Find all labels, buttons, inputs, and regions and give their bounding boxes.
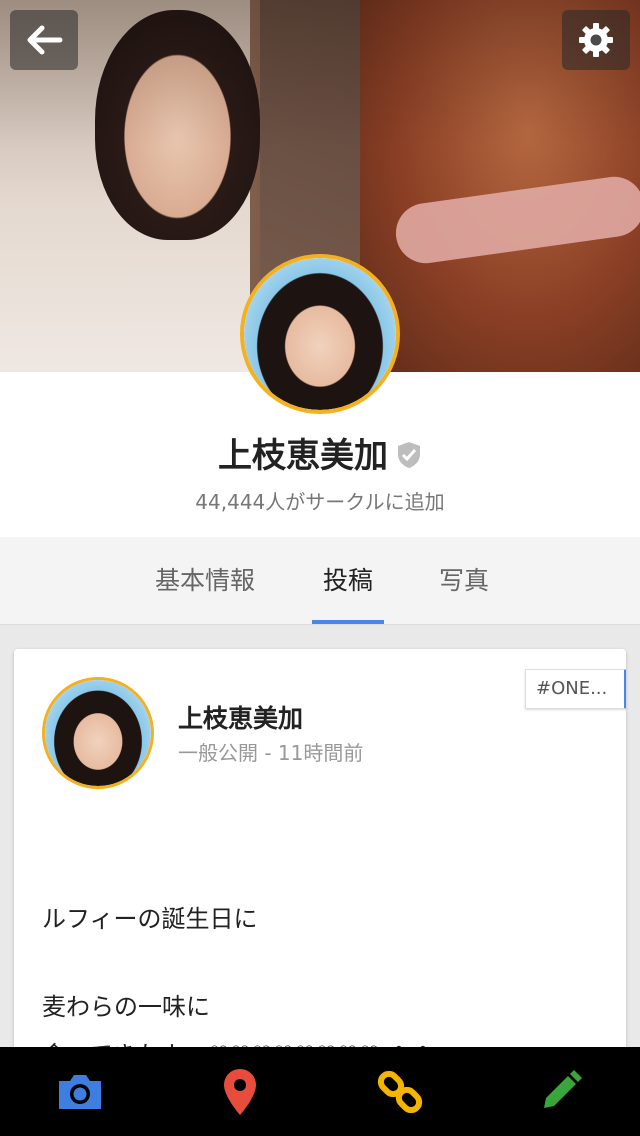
pencil-icon (544, 1069, 582, 1108)
profile-avatar[interactable] (240, 254, 400, 414)
follower-count: 44,444人がサークルに追加 (195, 490, 445, 514)
write-post-button[interactable] (480, 1047, 640, 1136)
location-button[interactable] (160, 1047, 320, 1136)
profile-tabs: 基本情報 投稿 写真 (0, 537, 640, 625)
post-text-line: 麦わらの一味に (42, 993, 210, 1021)
camera-icon (59, 1074, 101, 1109)
gear-icon (579, 23, 613, 57)
settings-button[interactable] (562, 10, 630, 70)
verified-icon (396, 438, 422, 478)
back-button[interactable] (10, 10, 78, 70)
location-pin-icon (224, 1068, 256, 1115)
camera-button[interactable] (0, 1047, 160, 1136)
post-card[interactable]: 上枝恵美加 一般公開 - 11時間前 #ONE... ルフィーの誕生日に 麦わら… (14, 649, 626, 1069)
arrow-left-icon (27, 25, 63, 55)
post-author-avatar[interactable] (42, 677, 154, 789)
link-button[interactable] (320, 1047, 480, 1136)
post-text-line: ルフィーの誕生日に (42, 905, 258, 933)
profile-name-text: 上枝恵美加 (218, 436, 388, 476)
post-author-name[interactable]: 上枝恵美加 (178, 699, 303, 735)
tab-posts[interactable]: 投稿 (300, 537, 396, 625)
post-meta: 一般公開 - 11時間前 (178, 741, 364, 765)
link-icon (377, 1070, 423, 1113)
bottom-action-bar (0, 1047, 640, 1136)
tab-photos[interactable]: 写真 (410, 537, 518, 625)
active-tab-indicator (312, 620, 384, 624)
tab-about[interactable]: 基本情報 (120, 537, 290, 625)
profile-name: 上枝恵美加 (0, 428, 640, 478)
hashtag-chip[interactable]: #ONE... (525, 669, 626, 709)
